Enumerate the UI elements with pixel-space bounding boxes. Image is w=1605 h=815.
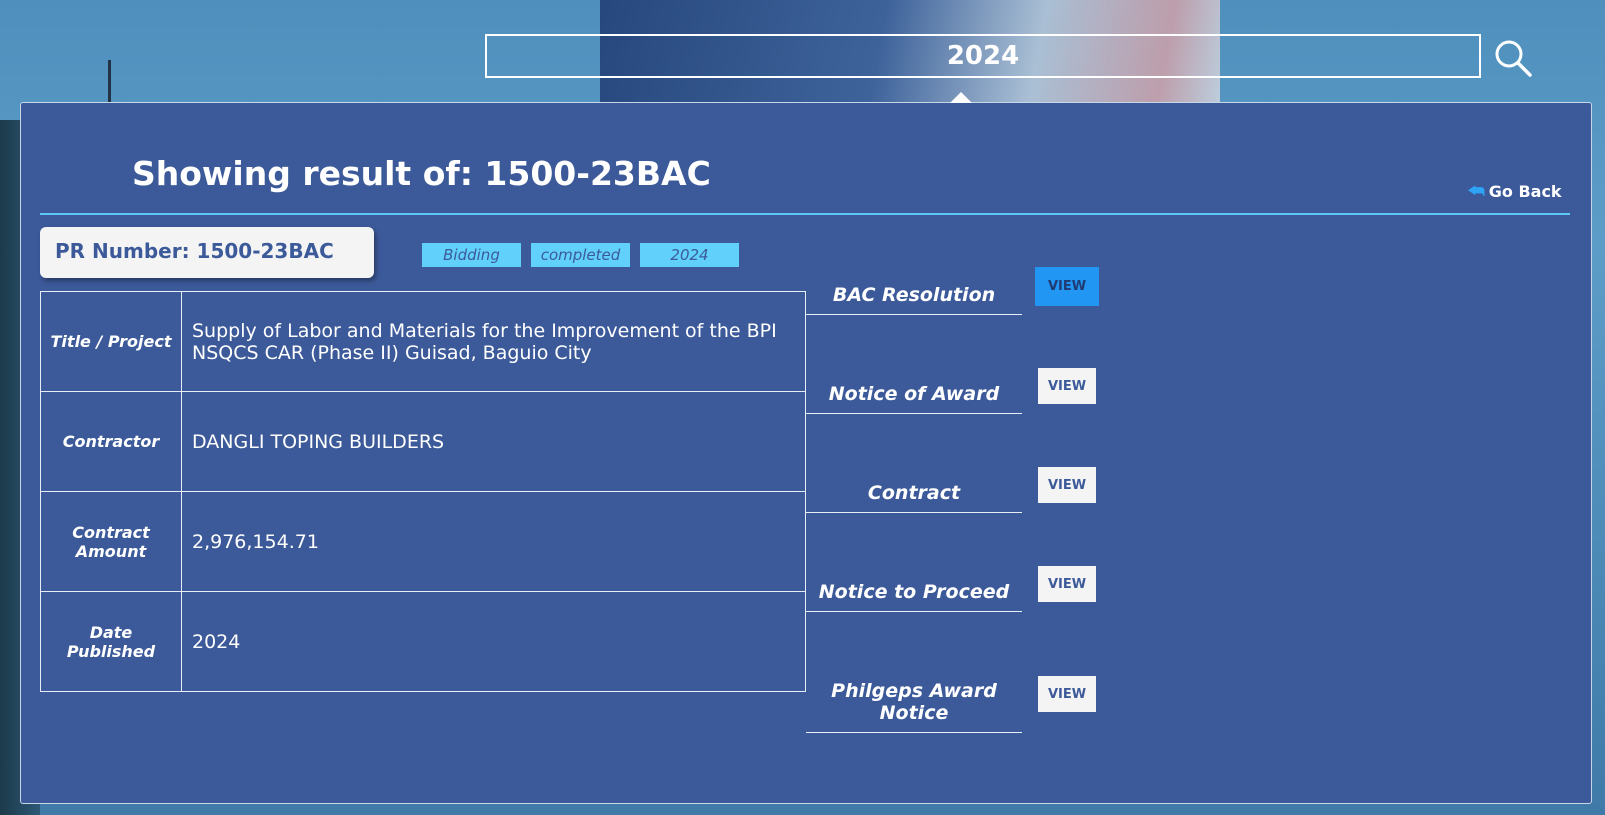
pr-number-label: PR Number: 1500-23BAC	[55, 239, 334, 263]
table-row: Contract Amount 2,976,154.71	[40, 491, 806, 592]
reply-arrow-icon: ⮪	[1468, 181, 1485, 202]
tag-category: Bidding	[422, 243, 521, 267]
title-divider	[40, 213, 1570, 215]
view-contract-button[interactable]: VIEW	[1038, 467, 1096, 503]
doc-label-contract: Contract	[806, 482, 1022, 513]
panel-caret	[950, 92, 972, 103]
view-notice-of-award-button[interactable]: VIEW	[1038, 368, 1096, 404]
row-label: Contractor	[40, 391, 182, 492]
view-notice-to-proceed-button[interactable]: VIEW	[1038, 566, 1096, 602]
table-row: Contractor DANGLI TOPING BUILDERS	[40, 391, 806, 492]
doc-label-bac-resolution: BAC Resolution	[806, 284, 1022, 315]
contract-amount-value: 2,976,154.71	[181, 491, 806, 592]
date-published-value: 2024	[181, 591, 806, 692]
tag-status: completed	[531, 243, 630, 267]
tag-year: 2024	[640, 243, 739, 267]
doc-label-notice-of-award: Notice of Award	[806, 383, 1022, 414]
search-bar	[485, 34, 1481, 78]
row-label: Date Published	[40, 591, 182, 692]
search-input[interactable]	[485, 34, 1481, 78]
project-title-value: Supply of Labor and Materials for the Im…	[181, 291, 806, 392]
search-icon[interactable]	[1493, 38, 1533, 78]
go-back-label: Go Back	[1488, 182, 1562, 201]
table-row: Date Published 2024	[40, 591, 806, 692]
page-title: Showing result of: 1500-23BAC	[132, 154, 711, 193]
row-label: Contract Amount	[40, 491, 182, 592]
view-bac-resolution-button[interactable]: VIEW	[1035, 267, 1099, 306]
table-row: Title / Project Supply of Labor and Mate…	[40, 291, 806, 392]
doc-label-philgeps-award-notice: Philgeps Award Notice	[806, 680, 1022, 733]
contractor-value: DANGLI TOPING BUILDERS	[181, 391, 806, 492]
project-details-table: Title / Project Supply of Labor and Mate…	[40, 291, 806, 692]
doc-label-notice-to-proceed: Notice to Proceed	[806, 581, 1022, 612]
pr-number-card: PR Number: 1500-23BAC	[40, 227, 374, 278]
row-label: Title / Project	[40, 291, 182, 392]
view-philgeps-award-notice-button[interactable]: VIEW	[1038, 676, 1096, 712]
go-back-link[interactable]: ⮪ Go Back	[1468, 181, 1562, 202]
status-tags: Bidding completed 2024	[422, 243, 739, 267]
